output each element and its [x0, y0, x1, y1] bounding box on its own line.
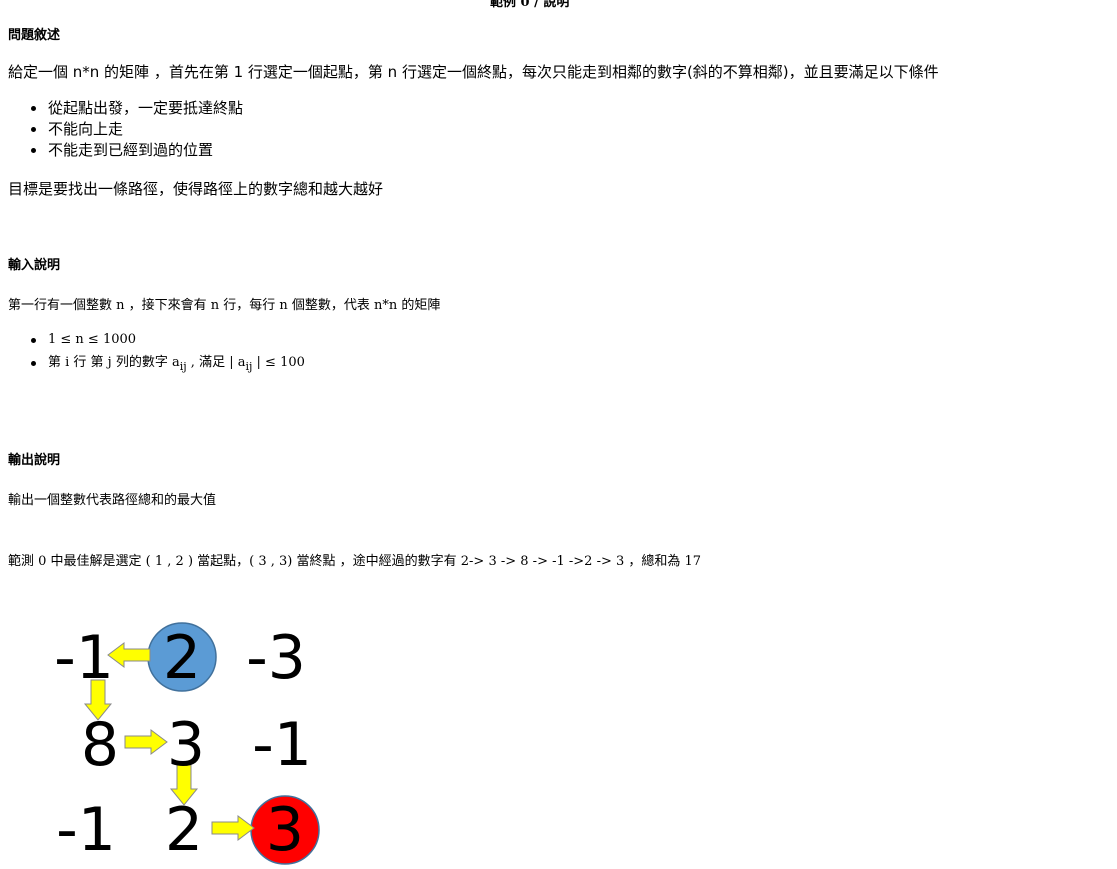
problem-goal: 目標是要找出一條路徑，使得路徑上的數字總和越大越好 — [8, 180, 384, 198]
path-diagram: -1 2 -3 8 3 -1 -1 2 3 — [54, 622, 320, 865]
subscript: ij — [179, 360, 187, 373]
output-description: 輸出一個整數代表路徑總和的最大值 — [8, 493, 217, 508]
arrow-right-icon — [124, 729, 168, 755]
limit-text: 第 i 行 第 j 列的數字 a — [48, 355, 180, 370]
grid-cell-2-2: 3 — [167, 710, 205, 780]
grid-cell-3-3: 3 — [266, 795, 304, 865]
input-description: 第一行有一個整數 n ，接下來會有 n 行，每行 n 個整數，代表 n*n 的矩… — [8, 298, 441, 313]
list-item: 從起點出發，一定要抵達終點 — [0, 98, 243, 119]
top-clipped-title: 範例 0 / 說明 — [490, 0, 570, 10]
problem-intro: 給定一個 n*n 的矩陣 ，首先在第 1 行選定一個起點，第 n 行選定一個終點… — [8, 63, 939, 81]
grid-cell-3-1: -1 — [56, 795, 116, 865]
arrow-left-icon — [107, 642, 151, 668]
list-item: 第 i 行 第 j 列的數字 aij , 滿足 | aij | ≤ 100 — [0, 353, 305, 376]
problem-heading: 問題敘述 — [8, 28, 61, 43]
limit-text: | ≤ 100 — [252, 355, 305, 370]
grid-cell-3-2: 2 — [165, 795, 203, 865]
rules-list: 從起點出發，一定要抵達終點 不能向上走 不能走到已經到過的位置 — [0, 98, 243, 161]
limit-text: , 滿足 | a — [186, 355, 246, 370]
grid-cell-1-1: -1 — [54, 623, 114, 693]
list-item: 不能走到已經到過的位置 — [0, 140, 243, 161]
limits-list: 1 ≤ n ≤ 1000 第 i 行 第 j 列的數字 aij , 滿足 | a… — [0, 330, 305, 376]
grid-cell-1-2: 2 — [163, 623, 201, 693]
arrow-right-icon — [211, 815, 255, 841]
example-explanation: 範測 0 中最佳解是選定 ( 1 , 2 ) 當起點，( 3 , 3) 當終點 … — [8, 554, 702, 569]
input-heading: 輸入說明 — [8, 258, 61, 273]
grid-cell-2-3: -1 — [252, 710, 312, 780]
output-heading: 輸出說明 — [8, 453, 61, 468]
list-item: 1 ≤ n ≤ 1000 — [0, 330, 305, 353]
grid-cell-1-3: -3 — [246, 623, 306, 693]
grid-cell-2-1: 8 — [81, 710, 119, 780]
list-item: 不能向上走 — [0, 119, 243, 140]
